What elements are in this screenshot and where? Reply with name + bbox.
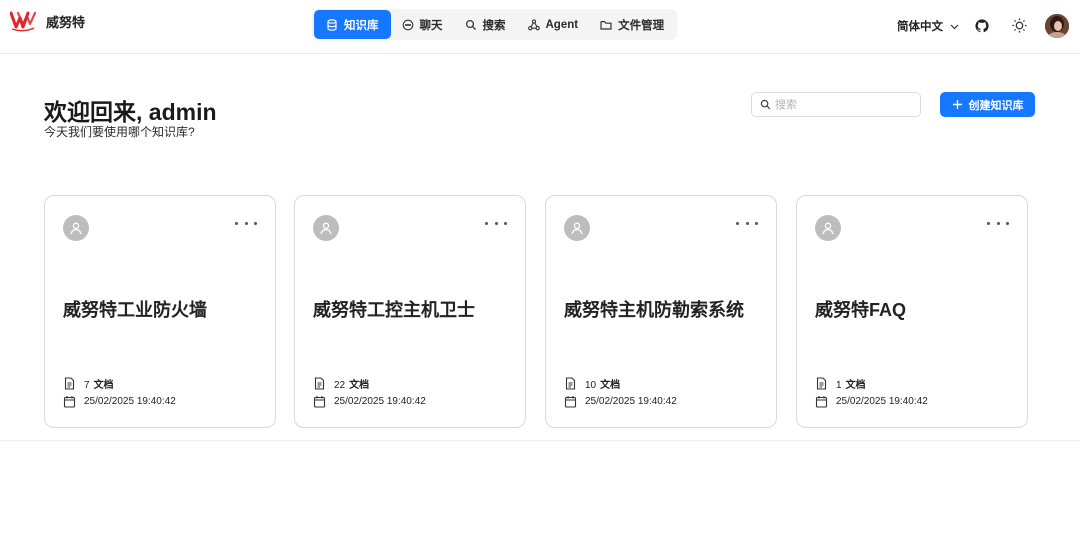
document-icon (314, 377, 325, 390)
card-title: 威努特工业防火墙 (63, 300, 207, 320)
search-input[interactable] (775, 98, 915, 111)
nav-item-search[interactable]: 搜索 (454, 10, 517, 39)
nav-item-label: Agent (545, 18, 579, 31)
card-doc-count: 1 文档 (815, 376, 866, 391)
date-value: 25/02/2025 19:40:42 (836, 396, 928, 407)
create-button-label: 创建知识库 (968, 99, 1024, 112)
nav-item-file-management[interactable]: 文件管理 (589, 10, 675, 39)
card-doc-count: 7 文档 (63, 376, 114, 391)
user-icon (70, 222, 82, 235)
page-title: 欢迎回来, admin (44, 99, 217, 125)
calendar-icon (564, 396, 577, 408)
card-date: 25/02/2025 19:40:42 (564, 395, 677, 408)
user-icon (822, 222, 834, 235)
doc-count-unit: 文档 (600, 380, 621, 391)
doc-count-unit: 文档 (845, 380, 866, 391)
date-value: 25/02/2025 19:40:42 (585, 396, 677, 407)
doc-count-value: 10 (585, 380, 597, 391)
more-options-icon[interactable] (485, 218, 507, 228)
card-date: 25/02/2025 19:40:42 (63, 395, 176, 408)
brand-logo-icon (10, 11, 36, 32)
card-title: 威努特FAQ (815, 300, 907, 320)
doc-count-value: 7 (84, 380, 90, 391)
knowledge-base-card[interactable]: 威努特主机防勒索系统 10 文档 25/02/2025 19:40:42 (545, 195, 777, 428)
doc-count-value: 1 (836, 380, 842, 391)
more-options-icon[interactable] (736, 218, 758, 228)
doc-count-value: 22 (334, 380, 346, 391)
card-avatar (313, 215, 339, 241)
card-title: 威努特工控主机卫士 (313, 300, 475, 320)
search-icon (465, 19, 476, 30)
card-date: 25/02/2025 19:40:42 (815, 395, 928, 408)
card-doc-count: 10 文档 (564, 376, 620, 391)
agent-icon (527, 18, 540, 30)
brand[interactable]: 威努特 (10, 10, 85, 32)
card-doc-count: 22 文档 (313, 376, 369, 391)
avatar-photo-icon (1045, 14, 1069, 38)
nav-item-label: 搜索 (482, 19, 506, 32)
nav-item-chat[interactable]: 聊天 (391, 10, 454, 39)
chevron-down-icon (950, 24, 959, 29)
calendar-icon (63, 396, 76, 408)
top-header: 威努特 知识库 聊天 搜索 Agent 文件管理 简体中文 (0, 0, 1080, 54)
card-avatar (63, 215, 89, 241)
language-selector[interactable]: 简体中文 (897, 18, 960, 34)
github-icon[interactable] (975, 19, 989, 33)
nav-item-label: 文件管理 (618, 19, 665, 32)
card-title: 威努特主机防勒索系统 (564, 300, 744, 320)
more-options-icon[interactable] (987, 218, 1009, 228)
plus-icon (952, 100, 962, 109)
document-icon (64, 377, 75, 390)
date-value: 25/02/2025 19:40:42 (334, 396, 426, 407)
search-icon (760, 99, 771, 110)
card-avatar (815, 215, 841, 241)
document-icon (565, 377, 576, 390)
language-label: 简体中文 (897, 21, 943, 33)
main-nav: 知识库 聊天 搜索 Agent 文件管理 (312, 9, 678, 40)
user-avatar[interactable] (1045, 14, 1069, 38)
nav-item-label: 聊天 (419, 19, 443, 32)
divider (0, 440, 1080, 441)
user-icon (571, 222, 583, 235)
search-box[interactable] (751, 92, 921, 117)
knowledge-base-card[interactable]: 威努特FAQ 1 文档 25/02/2025 19:40:42 (796, 195, 1028, 428)
knowledge-base-card[interactable]: 威努特工控主机卫士 22 文档 25/02/2025 19:40:42 (294, 195, 526, 428)
doc-count-unit: 文档 (349, 380, 370, 391)
date-value: 25/02/2025 19:40:42 (84, 396, 176, 407)
chat-icon (402, 19, 413, 30)
database-icon (327, 18, 337, 31)
calendar-icon (815, 396, 828, 408)
nav-item-knowledge-base[interactable]: 知识库 (314, 10, 391, 39)
document-icon (816, 377, 827, 390)
user-icon (320, 222, 332, 235)
calendar-icon (313, 396, 326, 408)
sun-icon[interactable] (1011, 17, 1028, 34)
nav-item-label: 知识库 (344, 19, 379, 32)
doc-count-unit: 文档 (93, 380, 114, 391)
create-knowledge-base-button[interactable]: 创建知识库 (940, 92, 1035, 117)
nav-item-agent[interactable]: Agent (517, 10, 590, 39)
more-options-icon[interactable] (235, 218, 257, 228)
brand-name: 威努特 (46, 14, 86, 30)
folder-icon (600, 20, 612, 30)
card-avatar (564, 215, 590, 241)
page-subtitle: 今天我们要使用哪个知识库? (44, 125, 195, 139)
card-date: 25/02/2025 19:40:42 (313, 395, 426, 408)
knowledge-base-card[interactable]: 威努特工业防火墙 7 文档 25/02/2025 19:40:42 (44, 195, 276, 428)
